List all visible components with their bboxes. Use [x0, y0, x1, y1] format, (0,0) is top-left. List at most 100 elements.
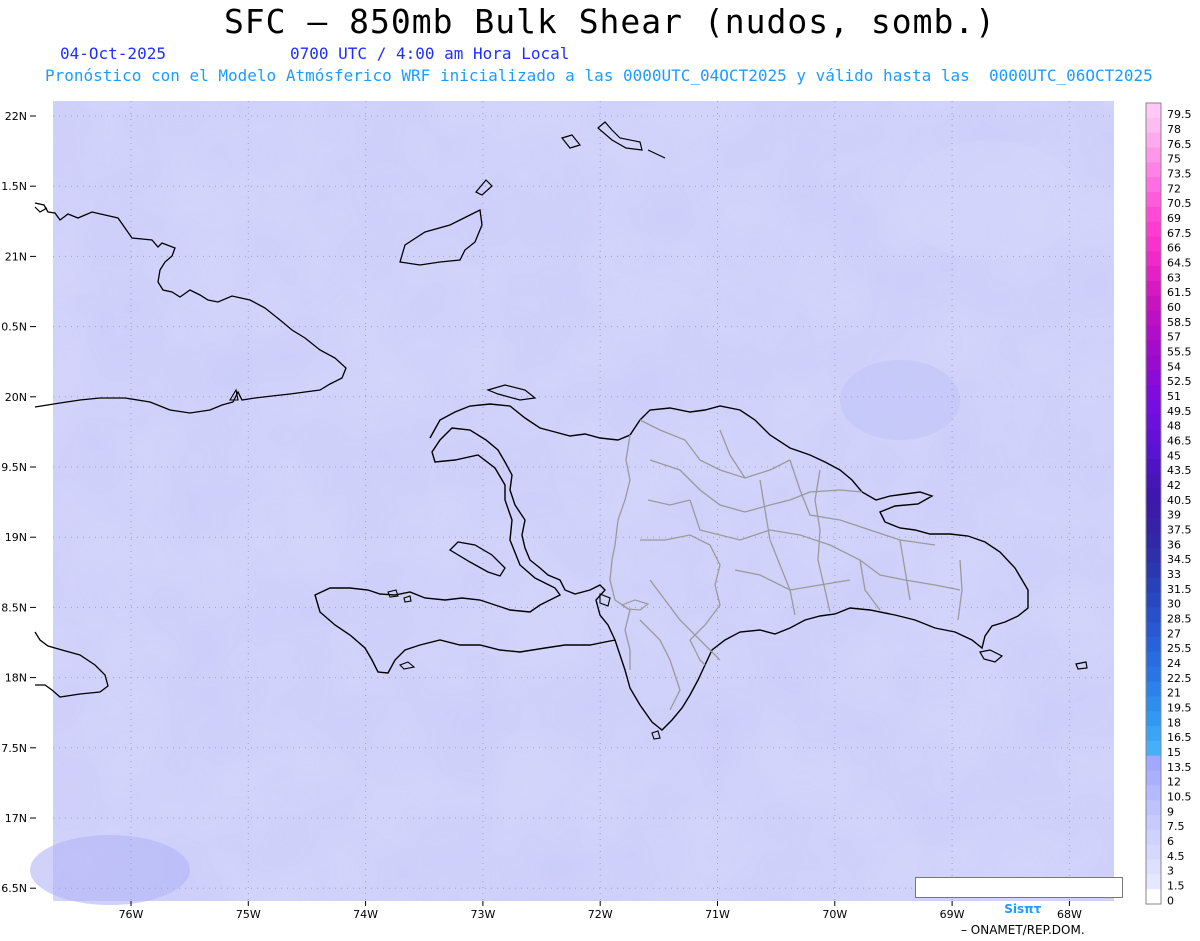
colorbar-label: 55.5 [1167, 345, 1192, 358]
credit-text: – ONAMET/REP.DOM. [960, 923, 1085, 937]
colorbar: 79.57876.57573.57270.56967.56664.56361.5… [1145, 102, 1192, 907]
shear-field-patch [30, 835, 190, 905]
colorbar-label: 61.5 [1167, 286, 1192, 299]
lat-tick-label: 7.5N [1, 742, 27, 755]
colorbar-swatch [1146, 889, 1161, 905]
colorbar-swatch [1146, 637, 1161, 653]
colorbar-swatch [1146, 711, 1161, 727]
shear-map: 22N 1.5N 21N 0.5N 20N 9.5N 19N 8.5N 18N 7.5N 17N 6.… [1, 101, 1192, 921]
colorbar-label: 10.5 [1167, 790, 1192, 803]
lat-tick-label: 9.5N [1, 461, 27, 474]
lat-tick-label: 8.5N [1, 601, 27, 614]
colorbar-swatch [1146, 310, 1161, 326]
colorbar-swatch [1146, 117, 1161, 134]
colorbar-label: 49.5 [1167, 405, 1192, 418]
colorbar-label: 63 [1167, 271, 1181, 284]
colorbar-swatch [1146, 384, 1161, 401]
colorbar-label: 25.5 [1167, 642, 1192, 655]
colorbar-swatch [1146, 829, 1161, 846]
colorbar-label: 16.5 [1167, 731, 1192, 744]
lon-tick-label: 73W [470, 908, 495, 921]
colorbar-label: 75 [1167, 153, 1181, 166]
lat-tick-label: 18N [5, 672, 27, 685]
shear-field-patch [840, 360, 960, 440]
lat-tick-label: 20N [5, 391, 27, 404]
colorbar-label: 69 [1167, 212, 1181, 225]
lat-tick-label: 1.5N [1, 180, 27, 193]
colorbar-label: 78 [1167, 123, 1181, 136]
colorbar-label: 45 [1167, 449, 1181, 462]
lat-tick-label: 21N [5, 250, 27, 263]
colorbar-swatch [1146, 681, 1161, 697]
colorbar-label: 15 [1167, 746, 1181, 759]
colorbar-swatch [1146, 651, 1161, 668]
colorbar-label: 22.5 [1167, 672, 1192, 685]
colorbar-swatch [1146, 147, 1161, 163]
colorbar-label: 52.5 [1167, 375, 1192, 388]
colorbar-label: 43.5 [1167, 464, 1192, 477]
colorbar-swatch [1146, 696, 1161, 712]
colorbar-label: 13.5 [1167, 761, 1192, 774]
colorbar-swatch [1146, 533, 1161, 549]
colorbar-swatch [1146, 221, 1161, 237]
lon-tick-label: 75W [236, 908, 261, 921]
colorbar-label: 18 [1167, 716, 1181, 729]
lon-tick-label: 72W [588, 908, 613, 921]
lat-tick-label: 6.5N [1, 882, 27, 895]
colorbar-label: 0 [1167, 894, 1174, 907]
shear-field-patch [900, 140, 1080, 260]
lon-tick-label: 76W [119, 908, 144, 921]
colorbar-label: 72 [1167, 182, 1181, 195]
colorbar-swatch [1146, 281, 1161, 297]
colorbar-swatch [1146, 266, 1161, 282]
colorbar-label: 66 [1167, 242, 1181, 255]
colorbar-label: 60 [1167, 301, 1181, 314]
colorbar-swatch [1146, 770, 1161, 786]
colorbar-swatch [1146, 473, 1161, 490]
colorbar-label: 70.5 [1167, 197, 1192, 210]
colorbar-label: 46.5 [1167, 434, 1192, 447]
colorbar-label: 4.5 [1167, 850, 1185, 863]
colorbar-label: 6 [1167, 835, 1174, 848]
lon-tick-label: 71W [705, 908, 730, 921]
colorbar-label: 54 [1167, 360, 1181, 373]
colorbar-swatch [1146, 192, 1161, 208]
colorbar-swatch [1146, 414, 1161, 430]
colorbar-swatch [1146, 607, 1161, 623]
colorbar-swatch [1146, 874, 1161, 890]
colorbar-label: 37.5 [1167, 523, 1192, 536]
colorbar-swatch [1146, 325, 1161, 341]
colorbar-label: 34.5 [1167, 553, 1192, 566]
colorbar-label: 24 [1167, 657, 1181, 670]
colorbar-label: 7.5 [1167, 820, 1185, 833]
credit-box: Sisπτ – ONAMET/REP.DOM. [915, 877, 1123, 937]
lat-tick-label: 0.5N [1, 321, 27, 334]
colorbar-swatch [1146, 592, 1161, 608]
colorbar-label: 76.5 [1167, 138, 1192, 151]
colorbar-swatch [1146, 236, 1161, 252]
colorbar-label: 12 [1167, 776, 1181, 789]
colorbar-swatch [1146, 503, 1161, 519]
colorbar-label: 28.5 [1167, 612, 1192, 625]
sispi-logo: Sisπτ [1004, 902, 1042, 916]
colorbar-label: 19.5 [1167, 701, 1192, 714]
colorbar-label: 40.5 [1167, 494, 1192, 507]
colorbar-label: 39 [1167, 509, 1181, 522]
colorbar-label: 1.5 [1167, 879, 1185, 892]
colorbar-label: 67.5 [1167, 227, 1192, 240]
colorbar-swatch [1146, 740, 1161, 757]
colorbar-swatch [1146, 577, 1161, 593]
colorbar-swatch [1146, 444, 1161, 460]
colorbar-swatch [1146, 177, 1161, 193]
colorbar-swatch [1146, 103, 1161, 119]
colorbar-label: 3 [1167, 865, 1174, 878]
colorbar-swatch [1146, 859, 1161, 875]
colorbar-label: 64.5 [1167, 256, 1192, 269]
colorbar-label: 30 [1167, 598, 1181, 611]
colorbar-label: 79.5 [1167, 108, 1192, 121]
latitude-labels: 22N 1.5N 21N 0.5N 20N 9.5N 19N 8.5N 18N 7.5N 17N 6.… [1, 110, 36, 895]
colorbar-swatch [1146, 429, 1161, 445]
lon-tick-label: 74W [353, 908, 378, 921]
lon-tick-label: 70W [822, 908, 847, 921]
colorbar-label: 73.5 [1167, 167, 1192, 180]
